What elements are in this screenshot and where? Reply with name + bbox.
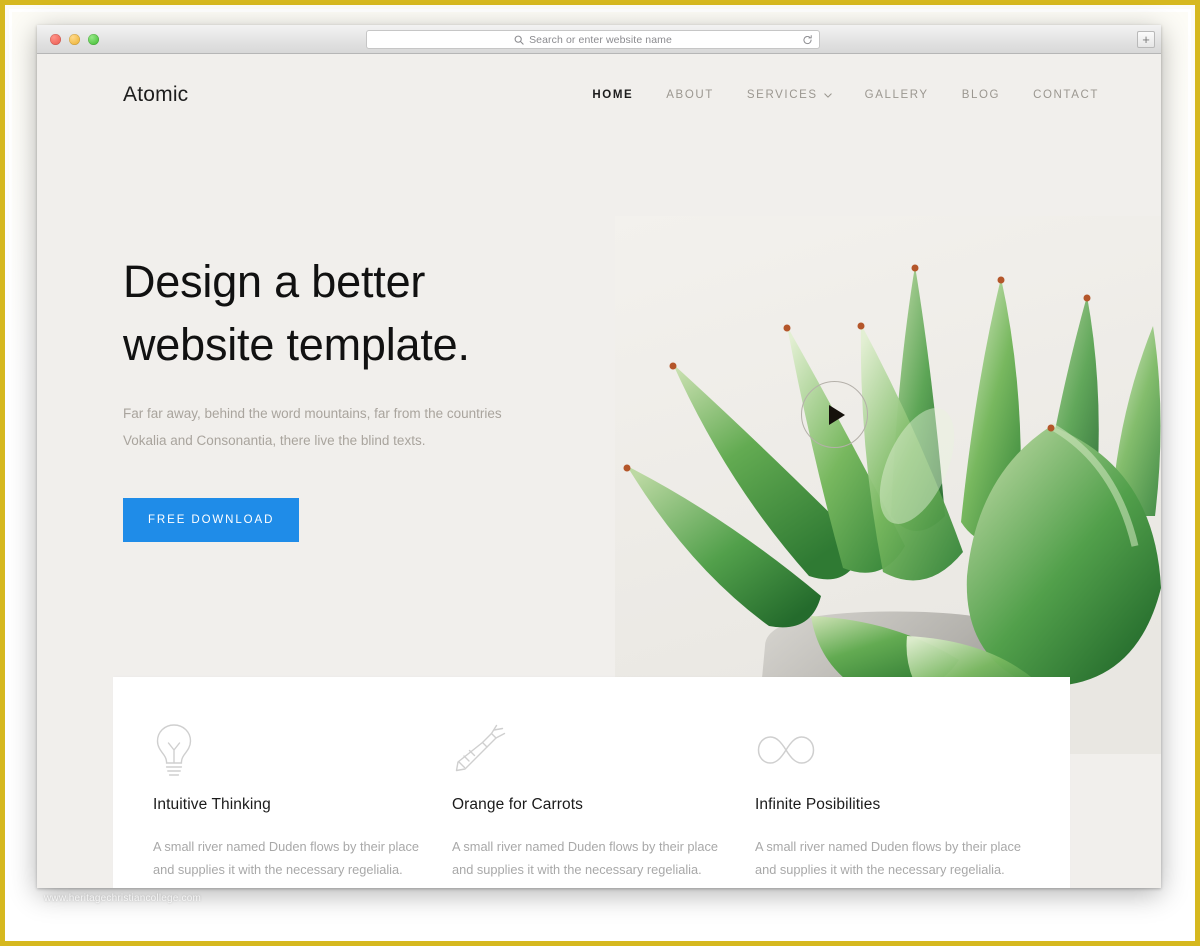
- nav-label-services: SERVICES: [746, 89, 818, 101]
- lightbulb-icon: [153, 722, 414, 782]
- hero-title-line-2: website template.: [123, 319, 470, 370]
- nav-item-about[interactable]: ABOUT: [666, 89, 714, 101]
- close-window-button[interactable]: [50, 33, 61, 45]
- play-icon: [829, 404, 845, 425]
- hero-text-block: Design a better website template. Far fa…: [123, 250, 593, 542]
- watermark-text: www.heritagechristiancollege.com: [44, 893, 202, 904]
- nav-label-blog: BLOG: [961, 89, 1001, 101]
- feature-title: Intuitive Thinking: [153, 796, 271, 813]
- page-title: Design a better website template.: [123, 250, 593, 376]
- nav-item-services[interactable]: SERVICES: [747, 89, 832, 101]
- feature-column-orange-for-carrots: Orange for Carrots A small river named D…: [414, 722, 718, 888]
- nav-item-home[interactable]: HOME: [592, 89, 633, 101]
- play-video-button[interactable]: [801, 381, 868, 448]
- feature-column-infinite-posibilities: Infinite Posibilities A small river name…: [715, 722, 1021, 888]
- feature-column-intuitive-thinking: Intuitive Thinking A small river named D…: [113, 722, 419, 888]
- nav-item-gallery[interactable]: GALLERY: [865, 89, 929, 101]
- nav-label-about: ABOUT: [666, 89, 714, 101]
- address-bar-placeholder: Search or enter website name: [529, 33, 672, 46]
- search-icon: [514, 35, 524, 45]
- feature-body: A small river named Duden flows by their…: [452, 839, 719, 877]
- features-card: Intuitive Thinking A small river named D…: [113, 677, 1070, 888]
- minimize-window-button[interactable]: [69, 33, 80, 45]
- new-tab-button[interactable]: +: [1137, 31, 1155, 48]
- nav-label-gallery: GALLERY: [864, 89, 929, 101]
- hero-image-succulent: [615, 216, 1161, 754]
- reload-icon[interactable]: [802, 34, 813, 45]
- site-header: Atomic HOME ABOUT SERVICES GALLERY BLOG …: [37, 54, 1161, 136]
- free-download-button[interactable]: FREE DOWNLOAD: [123, 498, 300, 542]
- browser-window: Search or enter website name + Atomic HO…: [37, 25, 1161, 888]
- site-logo[interactable]: Atomic: [123, 83, 188, 107]
- nav-item-contact[interactable]: CONTACT: [1033, 89, 1099, 101]
- nav-item-blog[interactable]: BLOG: [962, 89, 1000, 101]
- hero-title-line-1: Design a better: [123, 256, 426, 307]
- hero-subtitle: Far far away, behind the word mountains,…: [123, 406, 502, 448]
- chevron-down-icon: [823, 92, 832, 98]
- maximize-window-button[interactable]: [88, 33, 99, 45]
- browser-titlebar: Search or enter website name +: [37, 25, 1161, 54]
- address-bar[interactable]: Search or enter website name: [366, 30, 820, 49]
- nav-label-contact: CONTACT: [1033, 89, 1099, 101]
- main-navigation: HOME ABOUT SERVICES GALLERY BLOG CONTACT: [592, 89, 1099, 101]
- feature-title: Orange for Carrots: [452, 796, 584, 813]
- feature-title: Infinite Posibilities: [755, 796, 881, 813]
- carrot-icon: [452, 722, 715, 782]
- nav-label-home: HOME: [592, 89, 634, 101]
- page-viewport: Atomic HOME ABOUT SERVICES GALLERY BLOG …: [37, 54, 1161, 888]
- feature-body: A small river named Duden flows by their…: [153, 839, 420, 877]
- infinity-icon: [755, 722, 1016, 782]
- window-traffic-lights: [37, 33, 99, 45]
- feature-body: A small river named Duden flows by their…: [755, 839, 1022, 877]
